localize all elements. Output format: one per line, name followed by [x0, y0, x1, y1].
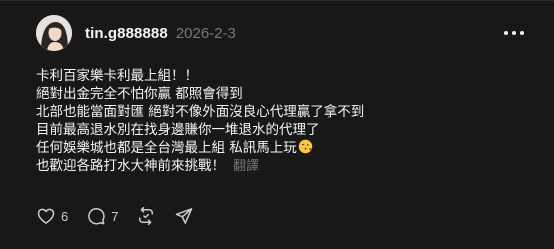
comment-count: 7 — [111, 208, 119, 224]
share-button[interactable] — [174, 206, 194, 226]
post-body: 卡利百家樂卡利最上組！！ 絕對出金完全不怕你贏 都照會得到 北部也能當面對匯 絕… — [36, 67, 526, 176]
more-dot — [504, 31, 508, 35]
like-count: 6 — [61, 208, 69, 224]
avatar-image — [36, 15, 72, 51]
post-text-line: 也歡迎各路打水大神前來挑戰！ — [36, 158, 225, 174]
like-button[interactable]: 6 — [36, 206, 68, 226]
post-text-line: 北部也能當面對匯 絕對不像外面沒良心代理贏了拿不到 — [36, 104, 365, 120]
post-text-line: 絕對出金完全不怕你贏 都照會得到 — [36, 86, 243, 102]
repost-icon — [139, 206, 154, 226]
post-actions: 6 7 — [36, 206, 194, 226]
comment-button[interactable]: 7 — [86, 206, 118, 226]
post-text-line-with-translate: 也歡迎各路打水大神前來挑戰！ 翻譯 — [36, 157, 526, 176]
post-text-line: 任何娛樂城也都是全台灣最上組 私訊馬上玩 — [36, 140, 297, 156]
post-text-line-with-emoji: 任何娛樂城也都是全台灣最上組 私訊馬上玩 — [36, 139, 526, 157]
heart-icon — [37, 208, 55, 224]
more-options-icon[interactable] — [504, 27, 524, 39]
repost-button[interactable] — [136, 206, 156, 226]
more-dot — [512, 31, 516, 35]
face-blowing-kiss-icon — [298, 139, 313, 154]
send-icon — [176, 208, 193, 224]
more-dot — [520, 31, 524, 35]
translate-link[interactable]: 翻譯 — [233, 159, 259, 174]
post-text-line: 目前最高退水別在找身邊賺你一堆退水的代理了 — [36, 122, 320, 138]
post-date[interactable]: 2026-2-3 — [176, 25, 236, 42]
post-text-line: 卡利百家樂卡利最上組！！ — [36, 68, 198, 84]
username[interactable]: tin.g888888 — [85, 25, 168, 42]
avatar[interactable] — [36, 15, 72, 51]
speech-bubble-icon — [88, 208, 105, 225]
post-header: tin.g888888 2026-2-3 — [85, 25, 236, 42]
post-card: tin.g888888 2026-2-3 卡利百家樂卡利最上組！！ 絕對出金完全… — [0, 0, 554, 249]
